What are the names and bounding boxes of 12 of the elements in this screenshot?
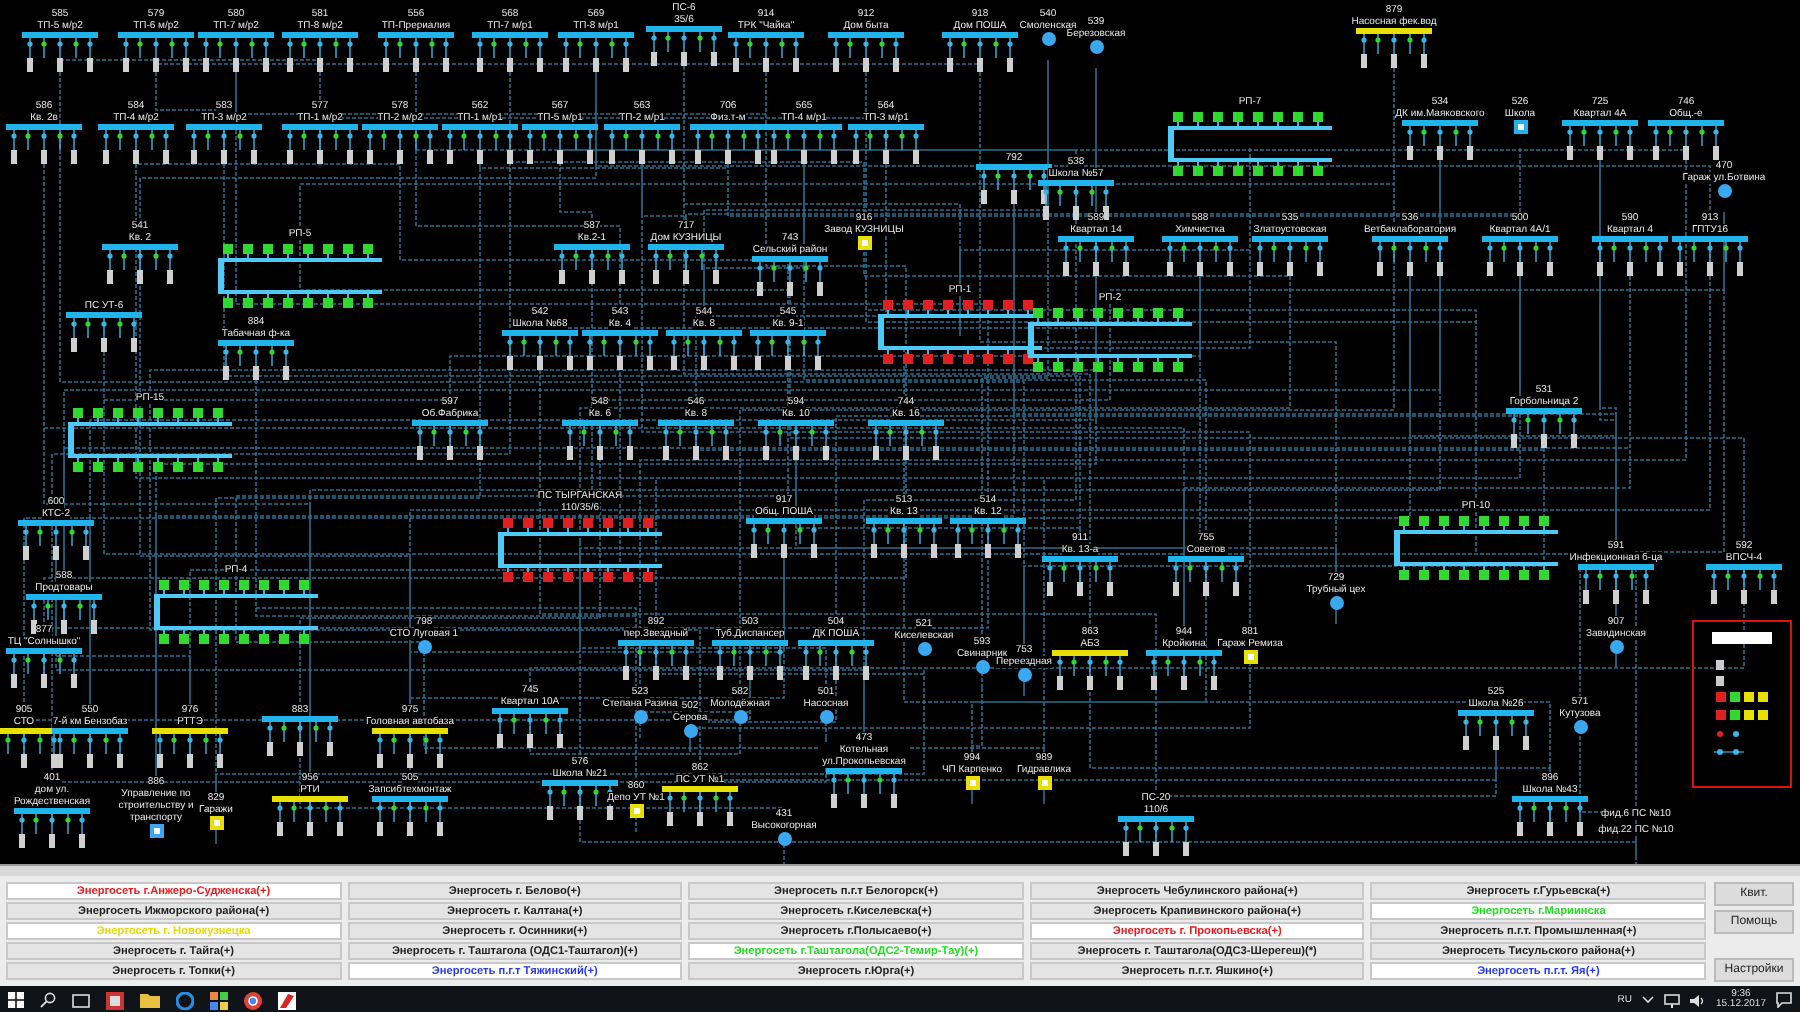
legend-tag [1712,632,1772,644]
task-view-icon[interactable] [72,993,90,1007]
app-icon[interactable] [210,991,228,1009]
start-icon[interactable] [8,992,24,1008]
network-icon[interactable] [1663,993,1680,1007]
notification-icon[interactable] [1776,992,1792,1008]
volume-icon[interactable] [1689,993,1706,1007]
chevron-icon[interactable] [1641,996,1654,1004]
folder-icon[interactable] [140,992,160,1008]
app-icon[interactable] [106,991,124,1009]
app-icon[interactable] [278,991,296,1009]
search-icon[interactable] [40,992,56,1008]
